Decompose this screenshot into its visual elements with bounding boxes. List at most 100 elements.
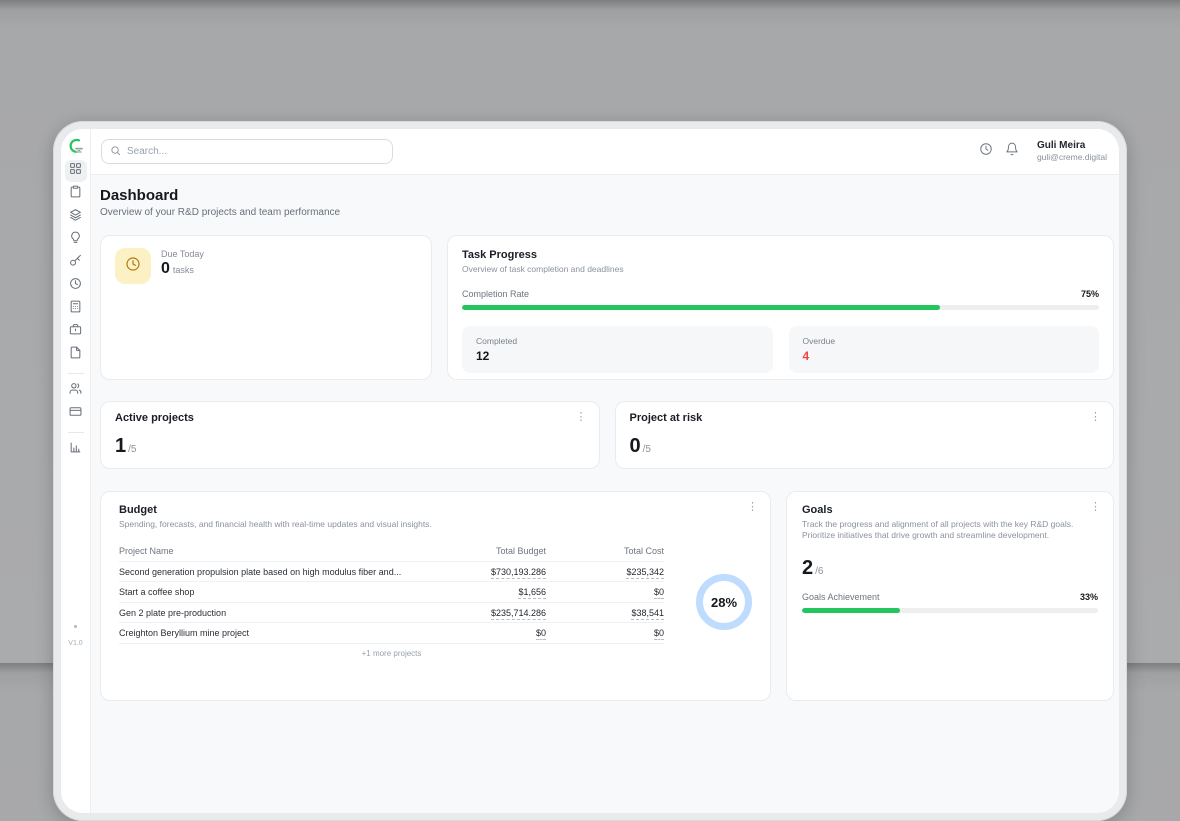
completion-rate-label: Completion Rate bbox=[462, 289, 529, 299]
calculator-icon bbox=[69, 300, 82, 318]
clock-icon bbox=[69, 277, 82, 295]
sidebar-item-ideas[interactable] bbox=[65, 229, 87, 251]
kebab-menu-icon[interactable]: ⋮ bbox=[576, 412, 587, 423]
clipboard-icon bbox=[69, 185, 82, 203]
bell-icon bbox=[1005, 142, 1019, 161]
completed-value: 12 bbox=[476, 349, 759, 363]
bar-chart-icon bbox=[69, 441, 82, 459]
due-today-value: 0 bbox=[161, 260, 170, 278]
credit-card-icon bbox=[69, 405, 82, 423]
history-button[interactable] bbox=[973, 139, 999, 165]
status-dot bbox=[74, 625, 77, 628]
sidebar-item-team[interactable] bbox=[65, 380, 87, 402]
sidebar-item-billing[interactable] bbox=[65, 403, 87, 425]
project-at-risk-card: Project at risk ⋮ 0 /5 bbox=[615, 401, 1115, 469]
total-cost-value[interactable]: $235,342 bbox=[626, 567, 664, 579]
app-window: V1.0 Search... bbox=[53, 121, 1127, 821]
due-today-unit: tasks bbox=[173, 265, 194, 275]
active-projects-title: Active projects bbox=[115, 412, 585, 424]
table-row: Start a coffee shop $1,656 $0 bbox=[119, 582, 664, 603]
total-budget-value[interactable]: $1,656 bbox=[518, 587, 546, 599]
sidebar-item-time[interactable] bbox=[65, 275, 87, 297]
key-icon bbox=[69, 254, 82, 272]
total-budget-value[interactable]: $235,714.286 bbox=[491, 608, 546, 620]
total-cost-value[interactable]: $0 bbox=[654, 628, 664, 640]
total-cost-value[interactable]: $38,541 bbox=[631, 608, 664, 620]
active-projects-card: Active projects ⋮ 1 /5 bbox=[100, 401, 600, 469]
project-at-risk-value: 0 bbox=[630, 435, 641, 458]
project-name: Gen 2 plate pre-production bbox=[119, 608, 416, 618]
goals-total: /6 bbox=[815, 566, 823, 577]
search-icon bbox=[110, 143, 121, 161]
active-projects-value: 1 bbox=[115, 435, 126, 458]
project-at-risk-total: /5 bbox=[643, 444, 651, 455]
goals-card: Goals ⋮ Track the progress and alignment… bbox=[786, 491, 1114, 701]
kebab-menu-icon[interactable]: ⋮ bbox=[1090, 412, 1101, 423]
budget-table-header: Project Name Total Budget Total Cost bbox=[119, 541, 664, 562]
notifications-button[interactable] bbox=[999, 139, 1025, 165]
user-email: guli@creme.digital bbox=[1037, 152, 1107, 163]
active-projects-total: /5 bbox=[128, 444, 136, 455]
goals-progressbar bbox=[802, 608, 1098, 613]
content: Dashboard Overview of your R&D projects … bbox=[91, 175, 1119, 813]
project-at-risk-title: Project at risk bbox=[630, 412, 1100, 424]
total-cost-value[interactable]: $0 bbox=[654, 587, 664, 599]
table-row: Second generation propulsion plate based… bbox=[119, 562, 664, 583]
completed-label: Completed bbox=[476, 336, 759, 346]
lightbulb-icon bbox=[69, 231, 82, 249]
kebab-menu-icon[interactable]: ⋮ bbox=[747, 502, 758, 513]
budget-card: Budget ⋮ Spending, forecasts, and financ… bbox=[100, 491, 771, 701]
sidebar-item-portfolio[interactable] bbox=[65, 321, 87, 343]
budget-gauge-value: 28% bbox=[711, 595, 737, 610]
col-project-name: Project Name bbox=[119, 546, 416, 556]
total-budget-value[interactable]: $0 bbox=[536, 628, 546, 640]
sidebar-item-layers[interactable] bbox=[65, 206, 87, 228]
completion-rate-value: 75% bbox=[1081, 289, 1099, 299]
col-total-budget: Total Budget bbox=[416, 546, 546, 556]
completion-progressbar bbox=[462, 305, 1099, 310]
sidebar-item-tasks[interactable] bbox=[65, 183, 87, 205]
user-name: Guli Meira bbox=[1037, 140, 1107, 153]
users-icon bbox=[69, 382, 82, 400]
creme-logo-icon bbox=[67, 137, 85, 155]
goals-achievement-value: 33% bbox=[1080, 592, 1098, 602]
task-progress-card: Task Progress Overview of task completio… bbox=[447, 235, 1114, 380]
clock-icon bbox=[979, 142, 993, 161]
more-projects-link[interactable]: +1 more projects bbox=[119, 649, 664, 658]
file-icon bbox=[69, 346, 82, 364]
sidebar: V1.0 bbox=[61, 129, 91, 813]
grid-icon bbox=[69, 162, 82, 180]
budget-subtitle: Spending, forecasts, and financial healt… bbox=[119, 519, 752, 530]
main-area: Search... Guli Meira guli@creme.digital bbox=[91, 129, 1119, 813]
sidebar-divider bbox=[68, 432, 84, 433]
overdue-value: 4 bbox=[803, 349, 1086, 363]
sidebar-item-calculator[interactable] bbox=[65, 298, 87, 320]
page-title: Dashboard bbox=[100, 187, 1114, 204]
due-today-card: Due Today 0 tasks bbox=[100, 235, 432, 380]
goals-title: Goals bbox=[802, 504, 1098, 516]
sidebar-item-analytics[interactable] bbox=[65, 439, 87, 461]
briefcase-icon bbox=[69, 323, 82, 341]
budget-title: Budget bbox=[119, 504, 752, 516]
total-budget-value[interactable]: $730,193.286 bbox=[491, 567, 546, 579]
table-row: Creighton Beryllium mine project $0 $0 bbox=[119, 623, 664, 644]
goals-subtitle: Track the progress and alignment of all … bbox=[802, 519, 1098, 542]
clock-icon bbox=[125, 256, 141, 277]
sidebar-item-documents[interactable] bbox=[65, 344, 87, 366]
kebab-menu-icon[interactable]: ⋮ bbox=[1090, 502, 1101, 513]
app-window-inner: V1.0 Search... bbox=[61, 129, 1119, 813]
goals-progressbar-fill bbox=[802, 608, 900, 613]
sidebar-footer: V1.0 bbox=[61, 625, 90, 647]
sidebar-item-dashboard[interactable] bbox=[65, 160, 87, 182]
table-row: Gen 2 plate pre-production $235,714.286 … bbox=[119, 603, 664, 624]
project-name: Start a coffee shop bbox=[119, 587, 416, 597]
task-progress-title: Task Progress bbox=[462, 249, 1099, 261]
sidebar-item-tools[interactable] bbox=[65, 252, 87, 274]
task-progress-subtitle: Overview of task completion and deadline… bbox=[462, 264, 1099, 275]
layers-icon bbox=[69, 208, 82, 226]
search-input[interactable]: Search... bbox=[101, 139, 393, 164]
completion-progressbar-fill bbox=[462, 305, 940, 310]
col-total-cost: Total Cost bbox=[546, 546, 664, 556]
user-menu[interactable]: Guli Meira guli@creme.digital bbox=[1037, 140, 1107, 163]
app-version: V1.0 bbox=[68, 640, 82, 647]
